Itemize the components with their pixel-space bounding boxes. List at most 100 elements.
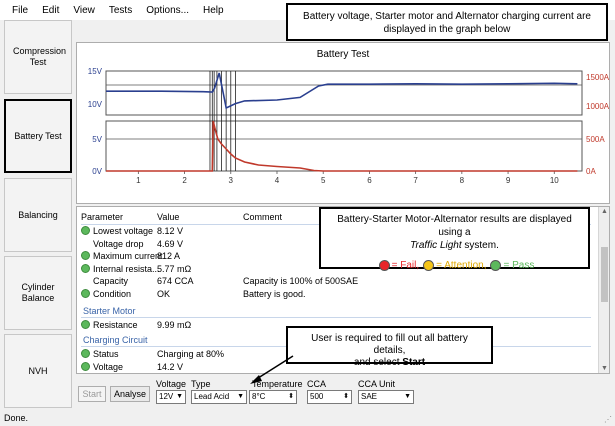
y-right-tick-label: 1000A [586,102,609,111]
callout-text-line2: and select Start [294,357,485,369]
header-parameter: Parameter [81,212,124,222]
status-pass-dot-icon [81,263,90,273]
sidebar-battery-test[interactable]: Battery Test [4,99,72,173]
voltage-series-line [106,72,578,110]
fail-dot-icon [378,260,390,271]
type-label: Type [191,379,211,389]
callout-text-line2: Traffic Light system. [327,239,582,252]
user-instruction-callout: User is required to fill out all battery… [286,326,493,368]
menu-view[interactable]: View [73,5,95,16]
status-bar: Done. ⋰ [0,410,615,426]
x-tick-label: 8 [460,176,465,185]
sidebar-label: Battery Test [14,130,62,141]
callout-text: and select [353,357,403,368]
sidebar-label: NVH [28,365,48,376]
menu-tests[interactable]: Tests [109,5,132,16]
battery-details-controls: Start Analyse Voltage 12V ▼ Type Lead Ac… [76,376,610,408]
status-pass-dot-icon [81,288,90,298]
sidebar-label: Compression Test [13,46,67,67]
type-value: Lead Acid [194,392,230,401]
y-left-tick-label: 5V [92,135,102,144]
result-parameter: Capacity [93,276,129,286]
callout-text: system. [461,240,499,251]
scroll-up-icon[interactable]: ▲ [601,208,608,215]
chart-title: Battery Test [317,49,370,60]
voltage-select[interactable]: 12V ▼ [156,390,186,404]
resize-grip-icon[interactable]: ⋰ [604,415,612,424]
temperature-label: Temperature [252,379,303,389]
section-charging-circuit: Charging Circuit [83,335,148,345]
spin-arrows-icon[interactable]: ⬍ [288,391,294,403]
x-tick-label: 2 [182,176,187,185]
pass-dot-icon [490,260,502,271]
current-series-line [106,120,578,172]
sidebar-compression-test[interactable]: Compression Test [4,20,72,94]
result-row[interactable]: Condition OK Battery is good. [77,288,597,301]
result-value: OK [157,288,171,299]
spin-arrows-icon[interactable]: ⬍ [343,391,349,403]
result-value: 4.69 V [157,238,184,249]
header-comment: Comment [243,212,283,222]
callout-text: Battery-Starter Motor-Alternator results… [337,214,572,238]
header-value: Value [157,212,180,222]
type-select[interactable]: Lead Acid ▼ [191,390,247,404]
result-value: 8.12 V [157,226,184,236]
cca-stepper[interactable]: 500 ⬍ [307,390,352,404]
battery-test-chart: Battery Test 15V 10V 5V 0V 1500A 1000A 500A 0A 1… [88,49,610,185]
menu-options[interactable]: Options... [146,5,189,16]
upper-plot-frame [105,70,583,116]
result-value: 5.77 mΩ [157,263,192,274]
voltage-value: 12V [159,392,174,401]
menu-edit[interactable]: Edit [42,5,59,16]
menu-help[interactable]: Help [203,5,224,16]
y-right-tick-label: 500A [586,135,605,144]
result-comment: Capacity is 100% of 500SAE [243,276,359,286]
status-pass-dot-icon [81,226,90,235]
cca-value: 500 [310,392,324,401]
result-parameter: Internal resista... [93,263,160,274]
pass-label: = Pass [503,260,535,271]
temperature-stepper[interactable]: 8°C ⬍ [249,390,297,404]
x-tick-label: 3 [229,176,234,185]
scroll-down-icon[interactable]: ▼ [601,365,608,372]
sidebar-cylinder-balance[interactable]: Cylinder Balance [4,256,72,330]
x-tick-label: 10 [550,176,559,185]
results-scrollbar[interactable]: ▲ ▼ [598,207,609,373]
scroll-thumb[interactable] [601,247,608,302]
chart-panel: Battery Test 15V 10V 5V 0V 1500A 1000A 500A 0A 1… [76,42,610,204]
traffic-light-term: Traffic Light [410,240,462,251]
sidebar-balancing[interactable]: Balancing [4,178,72,252]
result-row[interactable]: Capacity 674 CCA Capacity is 100% of 500SA… [77,276,597,288]
temperature-value: 8°C [252,392,266,401]
result-parameter: Maximum current [93,251,163,261]
y-left-tick-label: 0V [92,167,102,176]
menu-file[interactable]: File [12,5,28,16]
status-pass-dot-icon [81,361,90,371]
sidebar-nvh[interactable]: NVH [4,334,72,408]
x-tick-label: 6 [367,176,372,185]
cca-unit-value: SAE [361,392,378,401]
result-parameter: Resistance [93,320,138,330]
x-tick-label: 4 [275,176,280,185]
status-pass-dot-icon [81,251,90,260]
x-tick-label: 9 [506,176,511,185]
result-parameter: Status [93,349,119,359]
cca-unit-select[interactable]: SAE ▼ [358,390,414,404]
test-sidebar: Compression Test Battery Test Balancing … [4,20,72,408]
result-parameter: Condition [93,288,132,299]
y-right-tick-label: 0A [586,167,596,176]
y-left-tick-label: 10V [88,100,103,109]
result-value: Charging at 80% [157,349,225,359]
traffic-light-callout: Battery-Starter Motor-Alternator results… [319,207,590,271]
cca-unit-label: CCA Unit [358,379,396,389]
status-text: Done. [4,413,29,423]
result-comment: Battery is good. [243,288,306,299]
status-pass-dot-icon [81,320,90,329]
callout-text: Battery voltage, Starter motor and Alter… [303,11,591,22]
result-parameter: Voltage [93,361,124,372]
start-button[interactable]: Start [78,386,106,402]
result-value: 674 CCA [157,276,194,286]
result-parameter: Lowest voltage [93,226,154,236]
analyse-button[interactable]: Analyse [110,386,150,402]
y-right-tick-label: 1500A [586,73,609,82]
